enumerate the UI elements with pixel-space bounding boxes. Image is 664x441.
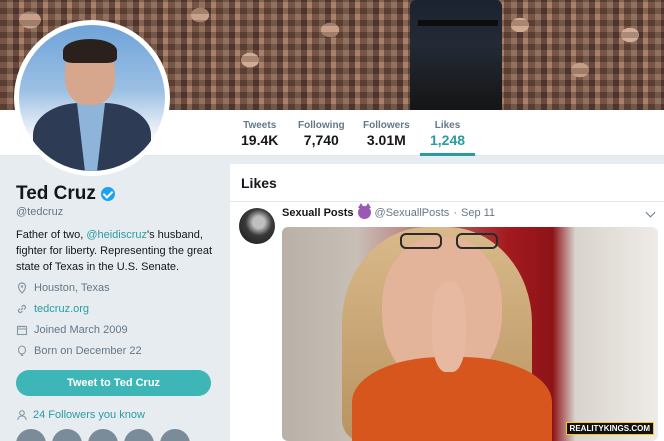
stat-likes[interactable]: Likes 1,248 <box>419 120 476 156</box>
media-watermark: REALITYKINGS.COM <box>565 422 654 435</box>
avatar[interactable] <box>52 429 82 441</box>
born-text: Born on December 22 <box>34 345 142 357</box>
profile-handle[interactable]: @tedcruz <box>16 206 63 218</box>
location-text: Houston, Texas <box>34 282 110 294</box>
stat-label: Following <box>298 120 345 131</box>
profile-name-text: Ted Cruz <box>16 183 96 204</box>
followers-you-know-text: 24 Followers you know <box>33 409 145 421</box>
timeline-title: Likes <box>241 175 277 191</box>
profile-avatar[interactable] <box>14 20 170 176</box>
tweet-header: Sexuall Posts @SexuallPosts · Sep 11 <box>282 203 495 219</box>
person-icon <box>17 410 27 421</box>
stat-value: 3.01M <box>366 132 406 148</box>
avatar[interactable] <box>88 429 118 441</box>
divider <box>230 201 664 202</box>
stat-value: 1,248 <box>430 132 466 148</box>
speaker-figure <box>410 0 502 110</box>
profile-sidebar: Ted Cruz @tedcruz Father of two, @heidis… <box>0 157 230 441</box>
likes-timeline: Likes Sexuall Posts @SexuallPosts · Sep … <box>230 164 664 441</box>
website-link[interactable]: tedcruz.org <box>34 303 89 315</box>
tweet-date[interactable]: Sep 11 <box>461 207 495 219</box>
tweet-to-button[interactable]: Tweet to Ted Cruz <box>16 370 211 396</box>
chevron-down-icon[interactable] <box>645 207 656 218</box>
avatar[interactable] <box>124 429 154 441</box>
balloon-icon <box>17 345 27 357</box>
bio-text: Father of two, <box>16 229 87 241</box>
stat-value: 7,740 <box>303 132 339 148</box>
calendar-icon <box>16 325 28 336</box>
smiling-devil-icon <box>357 203 371 219</box>
profile-website[interactable]: tedcruz.org <box>16 303 89 315</box>
profile-name[interactable]: Ted Cruz <box>16 183 115 205</box>
tweet-author-avatar[interactable] <box>239 208 275 244</box>
profile-joined: Joined March 2009 <box>16 324 128 336</box>
profile-birthday: Born on December 22 <box>16 345 142 357</box>
stat-followers[interactable]: Followers 3.01M <box>363 120 410 148</box>
stat-tweets[interactable]: Tweets 19.4K <box>241 120 278 148</box>
tweet-media-image[interactable]: REALITYKINGS.COM <box>282 227 658 441</box>
joined-text: Joined March 2009 <box>34 324 128 336</box>
stat-label: Tweets <box>243 120 277 131</box>
stat-label: Likes <box>434 120 461 131</box>
link-icon <box>17 304 27 314</box>
bio-mention-link[interactable]: @heidiscruz <box>86 229 147 241</box>
stat-label: Followers <box>363 120 410 131</box>
profile-location: Houston, Texas <box>16 282 110 294</box>
location-pin-icon <box>17 282 27 294</box>
separator: · <box>453 206 457 219</box>
stat-following[interactable]: Following 7,740 <box>298 120 345 148</box>
verified-badge-icon <box>100 187 115 201</box>
followers-you-know-link[interactable]: 24 Followers you know <box>16 409 145 421</box>
tweet-author-name[interactable]: Sexuall Posts <box>282 207 354 219</box>
avatar[interactable] <box>160 429 190 441</box>
profile-page: Tweets 19.4K Following 7,740 Followers 3… <box>0 0 664 441</box>
avatar[interactable] <box>16 429 46 441</box>
stat-value: 19.4K <box>241 132 279 148</box>
followers-avatar-row <box>16 429 190 441</box>
tweet-author-handle[interactable]: @SexuallPosts <box>375 207 450 219</box>
profile-bio: Father of two, @heidiscruz's husband, fi… <box>16 227 216 275</box>
